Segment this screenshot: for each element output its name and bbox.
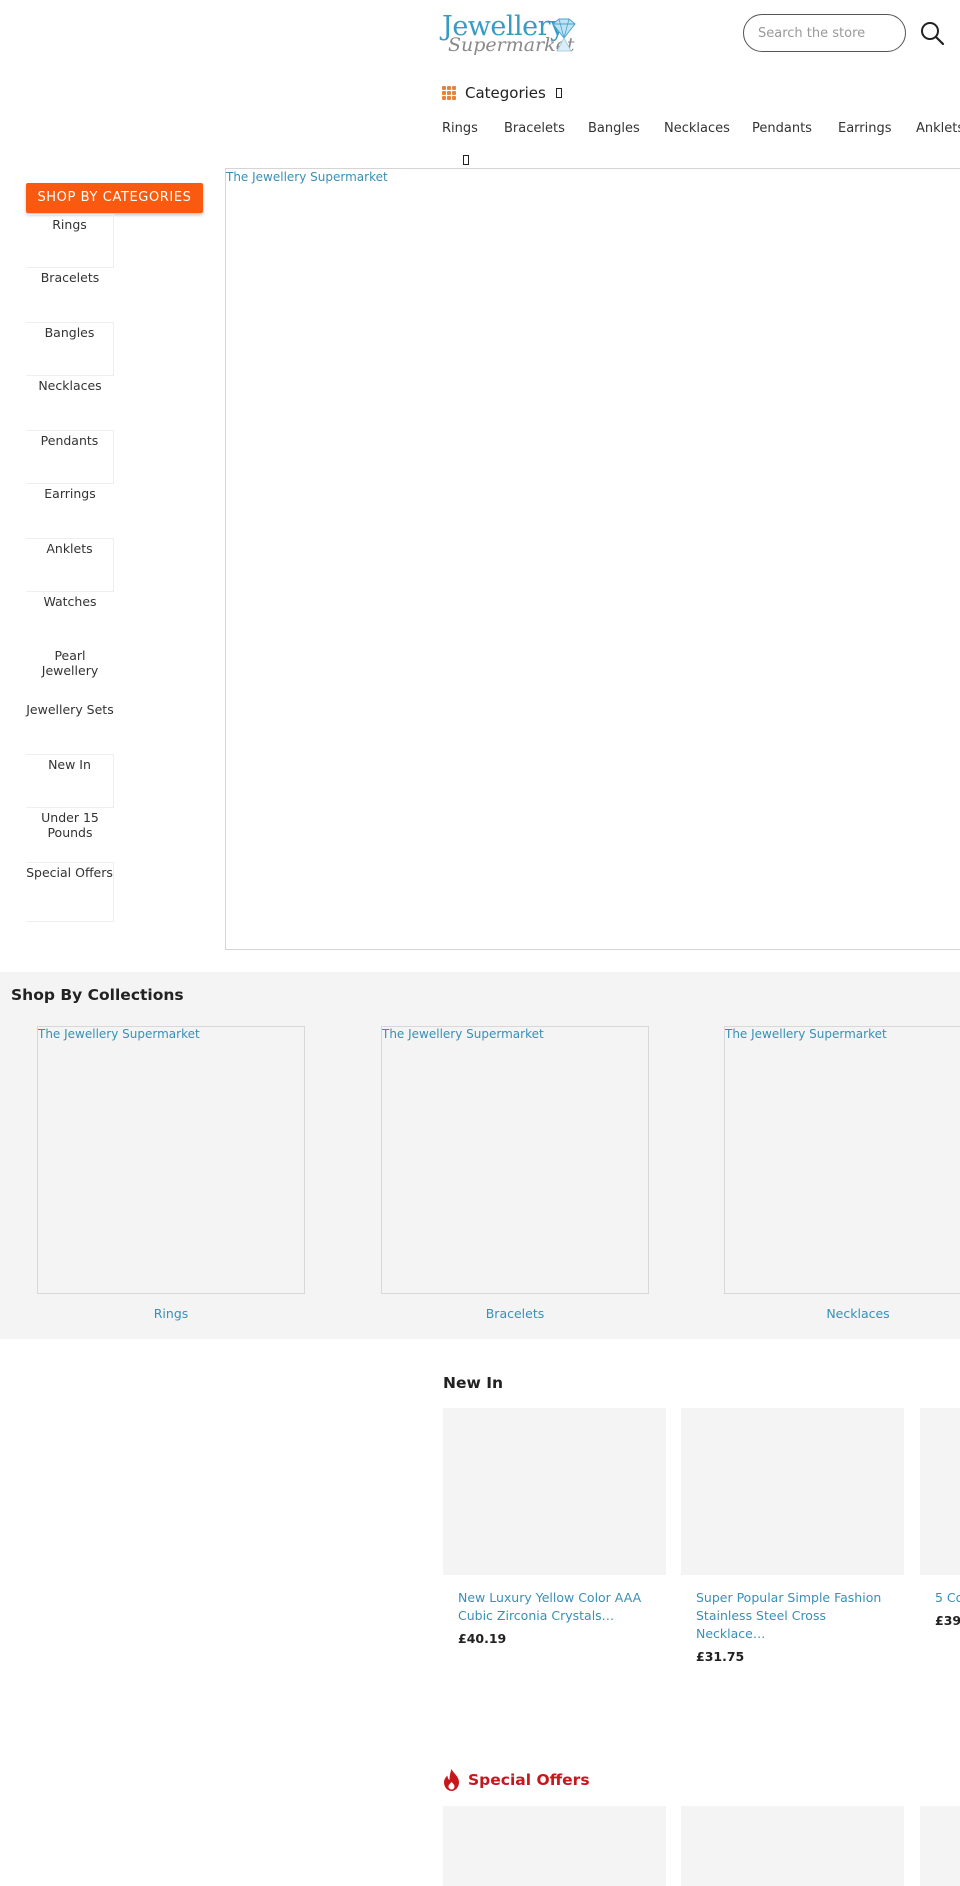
sidebar-item-label: Bangles (44, 325, 95, 340)
sidebar-item-label: Pendants (40, 433, 99, 448)
hero-banner-image[interactable]: The Jewellery Supermarket (225, 168, 960, 950)
collection-link-necklaces[interactable]: Necklaces (724, 1306, 960, 1321)
sidebar-item-label: Bracelets (40, 270, 100, 285)
sidebar-item-new-in[interactable]: New In (26, 754, 114, 808)
sidebar-item-label: New In (48, 757, 91, 772)
collection-image-alt: The Jewellery Supermarket (38, 1027, 200, 1041)
shop-by-categories-button[interactable]: SHOP BY CATEGORIES (26, 183, 203, 213)
categories-menu-toggle[interactable]: Categories (442, 80, 562, 106)
categories-label: Categories (465, 84, 546, 102)
sidebar-item-rings[interactable]: Rings (26, 214, 114, 268)
sidebar-item-special-offers[interactable]: Special Offers (26, 862, 114, 922)
sidebar-item-label: Anklets (46, 541, 93, 556)
product-price: £39… (935, 1613, 960, 1628)
collection-image-alt: The Jewellery Supermarket (725, 1027, 887, 1041)
grid-icon (442, 86, 456, 100)
sidebar-item-pendants[interactable]: Pendants (26, 430, 114, 484)
product-image[interactable] (443, 1806, 666, 1886)
nav-link-bracelets[interactable]: Bracelets (504, 121, 565, 136)
sidebar-item-label: Necklaces (38, 378, 102, 393)
new-in-title: New In (443, 1374, 504, 1392)
flame-icon (444, 1769, 459, 1791)
collection-card-necklaces[interactable]: The Jewellery Supermarket (724, 1026, 960, 1294)
product-image[interactable] (920, 1408, 960, 1575)
sidebar-item-jewellery-sets[interactable]: Jewellery Sets (26, 700, 114, 754)
nav-link-pendants[interactable]: Pendants (752, 121, 812, 136)
sidebar-item-bangles[interactable]: Bangles (26, 322, 114, 376)
collection-image-alt: The Jewellery Supermarket (382, 1027, 544, 1041)
product-price: £40.19 (458, 1631, 507, 1646)
product-name[interactable]: 5 Co… Silve… (935, 1589, 960, 1607)
collection-link-bracelets[interactable]: Bracelets (381, 1306, 649, 1321)
sidebar-item-label: Special Offers (26, 865, 113, 880)
special-offers-heading: Special Offers (443, 1769, 590, 1791)
sidebar-item-under-15-pounds[interactable]: Under 15 Pounds (26, 808, 114, 862)
sidebar-item-bracelets[interactable]: Bracelets (26, 268, 114, 322)
sidebar-item-necklaces[interactable]: Necklaces (26, 376, 114, 430)
search-icon[interactable] (919, 20, 945, 46)
product-card[interactable]: 5 Co… Silve… £39… (920, 1408, 960, 1628)
product-price: £31.75 (696, 1649, 745, 1664)
collections-title: Shop By Collections (11, 986, 184, 1004)
sidebar-item-label: Under 15 Pounds (41, 810, 99, 840)
product-name[interactable]: New Luxury Yellow Color AAA Cubic Zircon… (458, 1589, 658, 1625)
diamond-icon (552, 18, 576, 52)
sidebar-item-anklets[interactable]: Anklets (26, 538, 114, 592)
product-image[interactable] (920, 1806, 960, 1886)
product-image[interactable] (681, 1806, 904, 1886)
sidebar-item-label: Pearl Jewellery (41, 648, 99, 678)
sidebar-item-label: Jewellery Sets (26, 702, 114, 717)
sidebar-item-watches[interactable]: Watches (26, 592, 114, 646)
nav-link-anklets[interactable]: Anklets (916, 121, 960, 136)
collection-card-bracelets[interactable]: The Jewellery Supermarket (381, 1026, 649, 1294)
sidebar-item-label: Rings (52, 217, 87, 232)
banner-alt-text: The Jewellery Supermarket (226, 170, 388, 184)
sidebar-item-label: Earrings (44, 486, 96, 501)
nav-link-rings[interactable]: Rings (442, 121, 478, 136)
nav-link-bangles[interactable]: Bangles (588, 121, 640, 136)
nav-link-necklaces[interactable]: Necklaces (664, 121, 730, 136)
product-card[interactable]: New Luxury Yellow Color AAA Cubic Zircon… (443, 1408, 666, 1646)
product-card[interactable]: Super Popular Simple Fashion Stainless S… (681, 1408, 904, 1664)
site-logo[interactable]: Jewellery Supermarket (442, 12, 582, 58)
sidebar-item-pearl-jewellery[interactable]: Pearl Jewellery (26, 646, 114, 700)
product-image[interactable] (681, 1408, 904, 1575)
nav-link-earrings[interactable]: Earrings (838, 121, 892, 136)
sidebar-item-earrings[interactable]: Earrings (26, 484, 114, 538)
special-offers-title: Special Offers (468, 1771, 590, 1789)
chevron-down-icon (555, 88, 562, 98)
search-input[interactable] (743, 14, 906, 52)
collection-card-rings[interactable]: The Jewellery Supermarket (37, 1026, 305, 1294)
collection-link-rings[interactable]: Rings (37, 1306, 305, 1321)
sidebar-item-label: Watches (43, 594, 97, 609)
chevron-down-icon[interactable] (463, 155, 469, 165)
product-image[interactable] (443, 1408, 666, 1575)
product-name[interactable]: Super Popular Simple Fashion Stainless S… (696, 1589, 896, 1643)
shop-by-collections-section: Shop By Collections The Jewellery Superm… (0, 972, 960, 1339)
